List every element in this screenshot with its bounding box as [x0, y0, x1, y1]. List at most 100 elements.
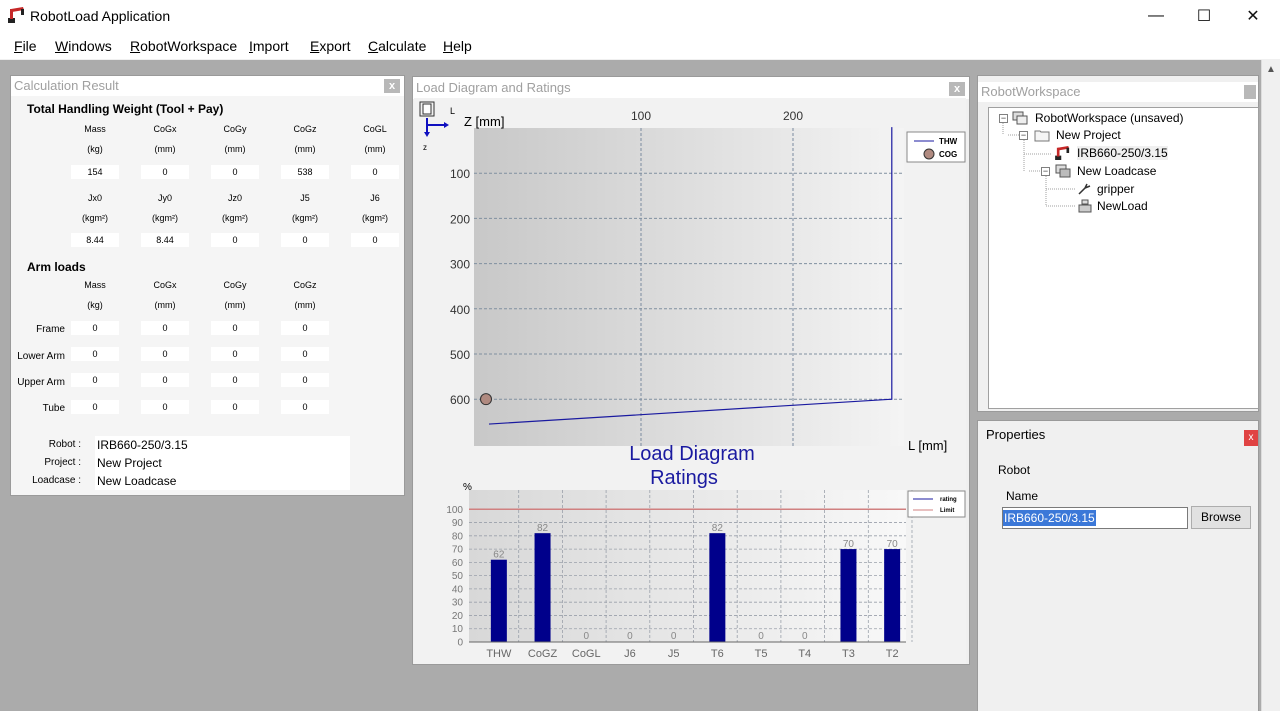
bar-y-tick: 50 [452, 571, 464, 582]
arm-value: 0 [281, 400, 329, 414]
load-y-tick: 100 [450, 167, 470, 181]
thw-label-cogx: CoGx (mm) [153, 124, 177, 154]
arm-value: 0 [141, 347, 189, 361]
bar-y-tick: 0 [457, 638, 463, 649]
maximize-button[interactable]: ☐ [1180, 0, 1228, 32]
menu-windows[interactable]: Windows [55, 38, 112, 54]
thw-label-j6: J6 (kgm²) [362, 193, 388, 223]
legend-cog: COG [939, 150, 957, 159]
menu-robotworkspace[interactable]: RobotWorkspace [130, 38, 237, 54]
cog-point [480, 393, 492, 406]
bar-category-label: T4 [798, 648, 811, 660]
robotworkspace-title: RobotWorkspace [978, 82, 1258, 102]
bar-y-tick: 60 [452, 558, 464, 569]
thw-value-cogx: 0 [141, 165, 189, 179]
diagram-area: 100 200 100 200 300 400 500 600 L z Z [mm] L [m… [414, 98, 966, 664]
workspace-close-button[interactable] [1244, 85, 1256, 99]
arm-row-label: Frame [36, 324, 65, 335]
ratings-title-line1: Load Diagram [629, 443, 755, 465]
bar-y-tick: 40 [452, 584, 464, 595]
robot-label: Robot : [48, 439, 81, 450]
arm-value: 0 [281, 321, 329, 335]
menu-import[interactable]: Import [249, 38, 289, 54]
loadcase-label: Loadcase : [32, 475, 81, 486]
arm-loads-title: Arm loads [27, 260, 86, 274]
arm-value: 0 [281, 373, 329, 387]
arm-value: 0 [211, 347, 259, 361]
arm-label-cogz: CoGz (mm) [293, 280, 317, 310]
bar-category-label: CoGL [572, 648, 601, 660]
vertical-scrollbar[interactable]: ▲ [1261, 60, 1280, 711]
bar-category-label: T5 [755, 648, 768, 660]
arm-value: 0 [211, 400, 259, 414]
rating-data-label: 62 [493, 550, 505, 561]
bar-y-tick: 30 [452, 598, 464, 609]
menu-help[interactable]: Help [443, 38, 472, 54]
diagram-close-button[interactable]: x [949, 82, 965, 96]
arm-label-mass: Mass (kg) [84, 280, 106, 310]
thw-label-j5: J5 (kgm²) [292, 193, 318, 223]
bar-category-label: T6 [711, 648, 724, 660]
rating-data-label: 70 [843, 539, 855, 550]
thw-value-jx0: 8.44 [71, 233, 119, 247]
robotworkspace-panel: RobotWorkspace − RobotWorkspace (unsaved… [977, 75, 1259, 412]
arm-row-label: Tube [42, 403, 65, 414]
window-title: RobotLoad Application [30, 8, 171, 24]
thw-label-jy0: Jy0 (kgm²) [152, 193, 178, 223]
thw-value-cogl: 0 [351, 165, 399, 179]
rating-bar [840, 549, 857, 642]
arm-value: 0 [141, 400, 189, 414]
diagram-svg: 100 200100200300400500600 L z Z [mm] L [m… [419, 101, 966, 660]
arm-value: 0 [211, 321, 259, 335]
bar-category-label: T3 [842, 648, 855, 660]
calc-close-button[interactable]: x [384, 79, 400, 93]
load-plot-background [474, 128, 904, 446]
thw-label-cogl: CoGL (mm) [363, 124, 387, 154]
loadcase-value: New Loadcase [97, 474, 177, 488]
rating-data-label: 0 [583, 631, 589, 642]
rating-data-label: 82 [712, 523, 724, 534]
robot-group-label: Robot [998, 463, 1031, 477]
thw-label-cogy: CoGy (mm) [223, 124, 247, 154]
arm-label-cogy: CoGy (mm) [223, 280, 247, 310]
rating-bar [884, 549, 901, 642]
arm-value: 0 [71, 347, 119, 361]
z-axis-label: Z [mm] [464, 114, 504, 129]
thw-value-jy0: 8.44 [141, 233, 189, 247]
properties-close-button[interactable]: x [1244, 430, 1258, 446]
thw-label-jz0: Jz0 (kgm²) [222, 193, 248, 223]
thw-title: Total Handling Weight (Tool + Pay) [27, 102, 224, 116]
bar-category-label: J5 [668, 648, 680, 660]
load-y-tick: 300 [450, 258, 470, 272]
close-window-button[interactable]: ✕ [1229, 0, 1277, 32]
bar-y-tick: 20 [452, 611, 464, 622]
rating-data-label: 0 [671, 631, 677, 642]
load-y-tick: 200 [450, 212, 470, 226]
load-y-tick: 600 [450, 393, 470, 407]
bar-y-tick: 70 [452, 545, 464, 556]
tree-lines [1002, 123, 1075, 207]
calc-body: Total Handling Weight (Tool + Pay) Mass(… [11, 96, 404, 495]
menu-calculate[interactable]: Calculate [368, 38, 426, 54]
workspace-tree: − RobotWorkspace (unsaved) − New Project… [988, 107, 1259, 409]
properties-title: Properties [978, 421, 1258, 449]
rating-data-label: 0 [627, 631, 633, 642]
minimize-button[interactable]: — [1132, 0, 1180, 32]
legend-limit: Limit [940, 508, 954, 514]
menu-file[interactable]: File [14, 38, 37, 54]
browse-button[interactable]: Browse [1191, 506, 1251, 529]
arm-label-cogx: CoGx (mm) [153, 280, 177, 310]
scroll-up-icon[interactable]: ▲ [1266, 64, 1276, 75]
menu-export[interactable]: Export [310, 38, 350, 54]
project-value: New Project [97, 456, 162, 470]
bar-category-label: THW [486, 648, 512, 660]
thw-value-jz0: 0 [211, 233, 259, 247]
bar-category-label: CoGZ [528, 648, 558, 660]
load-diagram-title: Load Diagram and Ratings [413, 77, 969, 99]
thw-label-mass: Mass (kg) [84, 124, 106, 154]
arm-row-label: Upper Arm [17, 377, 65, 388]
arm-value: 0 [71, 400, 119, 414]
legend-rating: rating [940, 497, 957, 503]
robot-name-input[interactable] [1002, 507, 1188, 529]
properties-panel: Properties x Robot Name IRB660-250/3.15 … [977, 420, 1259, 711]
